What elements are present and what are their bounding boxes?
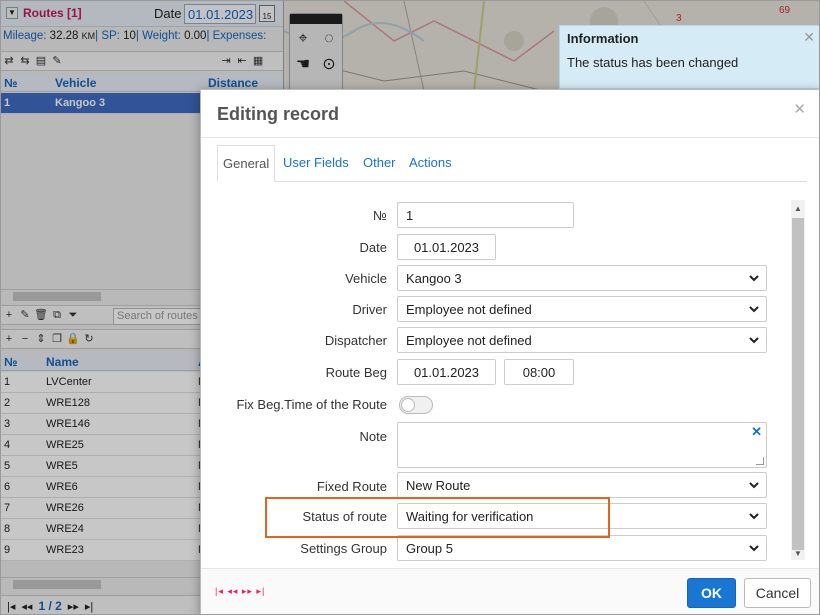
- chevron-down-icon: [749, 545, 759, 552]
- note-label: Note: [359, 429, 387, 444]
- fixed-route-select[interactable]: New Route: [397, 472, 767, 498]
- chevron-down-icon: [749, 275, 759, 282]
- info-notification: Information The status has been changed …: [559, 25, 819, 89]
- chevron-down-icon: [749, 306, 759, 313]
- driver-select[interactable]: Employee not defined: [397, 296, 767, 322]
- vehicle-select[interactable]: Kangoo 3: [397, 265, 767, 291]
- fix-beg-toggle[interactable]: [399, 396, 433, 414]
- chevron-down-icon: [749, 337, 759, 344]
- num-field[interactable]: 1: [397, 202, 574, 228]
- dispatcher-label: Dispatcher: [324, 333, 387, 348]
- form-scrollbar[interactable]: ▲ ▼: [791, 200, 805, 560]
- fixed-route-label: Fixed Route: [316, 479, 387, 494]
- fix-beg-label: Fix Beg.Time of the Route: [236, 397, 387, 412]
- dispatcher-select[interactable]: Employee not defined: [397, 327, 767, 353]
- chevron-down-icon: [749, 513, 759, 520]
- tab-other[interactable]: Other: [358, 145, 401, 182]
- driver-label: Driver: [352, 302, 387, 317]
- status-highlight-box: [265, 497, 610, 538]
- note-textarea[interactable]: ✕: [397, 422, 767, 468]
- chevron-down-icon: [749, 482, 759, 489]
- dialog-footer: |◂ ◂◂ ▸▸ ▸| OK Cancel: [201, 568, 819, 614]
- notification-title: Information: [567, 31, 639, 46]
- date-label: Date: [359, 240, 387, 255]
- close-icon[interactable]: ✕: [803, 29, 815, 46]
- vehicle-label: Vehicle: [345, 271, 387, 286]
- notification-message: The status has been changed: [567, 55, 739, 70]
- dialog-title: Editing record: [217, 104, 340, 124]
- route-beg-label: Route Beg: [325, 365, 387, 380]
- scroll-up-icon[interactable]: ▲: [794, 204, 802, 213]
- clear-icon[interactable]: ✕: [751, 424, 762, 440]
- scroll-down-icon[interactable]: ▼: [794, 549, 802, 558]
- cancel-button[interactable]: Cancel: [744, 578, 811, 608]
- tab-user-fields[interactable]: User Fields: [278, 145, 354, 182]
- app-window: 3 69 70 ▼ Routes [1] Date 01.01.2023 15 …: [0, 0, 820, 615]
- route-beg-time-field[interactable]: 08:00: [504, 359, 574, 385]
- tab-actions[interactable]: Actions: [404, 145, 457, 182]
- ok-button[interactable]: OK: [687, 578, 736, 608]
- date-field[interactable]: 01.01.2023: [397, 234, 496, 260]
- tab-general[interactable]: General: [217, 145, 275, 182]
- route-beg-date-field[interactable]: 01.01.2023: [397, 359, 496, 385]
- record-navigation[interactable]: |◂ ◂◂ ▸▸ ▸|: [215, 586, 265, 597]
- dialog-tabs: General User Fields Other Actions: [217, 145, 807, 182]
- num-label: №: [373, 208, 387, 223]
- resize-handle[interactable]: [756, 457, 764, 465]
- settings-group-label: Settings Group: [300, 541, 387, 556]
- close-icon[interactable]: ✕: [793, 100, 806, 118]
- settings-group-select[interactable]: Group 5: [397, 535, 767, 561]
